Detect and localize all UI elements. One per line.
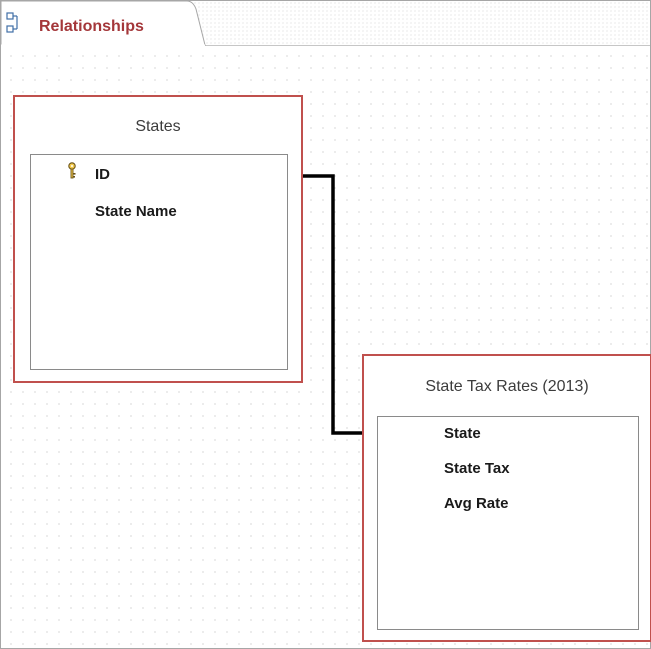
field-state[interactable]: State [444, 425, 481, 442]
field-list[interactable]: State State Tax Avg Rate [377, 416, 639, 630]
field-avg-rate[interactable]: Avg Rate [444, 495, 508, 512]
field-id[interactable]: ID [95, 166, 110, 183]
field-state-tax[interactable]: State Tax [444, 460, 510, 477]
relationships-canvas[interactable]: States ID State Name State Tax Rates (20… [1, 46, 651, 648]
field-state-name[interactable]: State Name [95, 203, 177, 220]
field-list[interactable]: ID State Name [30, 154, 288, 370]
relationships-icon [6, 12, 20, 34]
table-title: States [135, 118, 181, 135]
table-states[interactable]: States ID State Name [13, 95, 303, 383]
document-tab-strip: Relationships [1, 1, 650, 46]
table-title: State Tax Rates (2013) [425, 378, 589, 395]
tab-relationships[interactable]: Relationships [1, 1, 206, 46]
tab-label: Relationships [39, 18, 144, 35]
relationships-window: Relationships States ID State Name State… [0, 0, 651, 649]
primary-key-icon [67, 162, 77, 180]
table-state-tax-rates[interactable]: State Tax Rates (2013) State State Tax A… [362, 354, 651, 642]
